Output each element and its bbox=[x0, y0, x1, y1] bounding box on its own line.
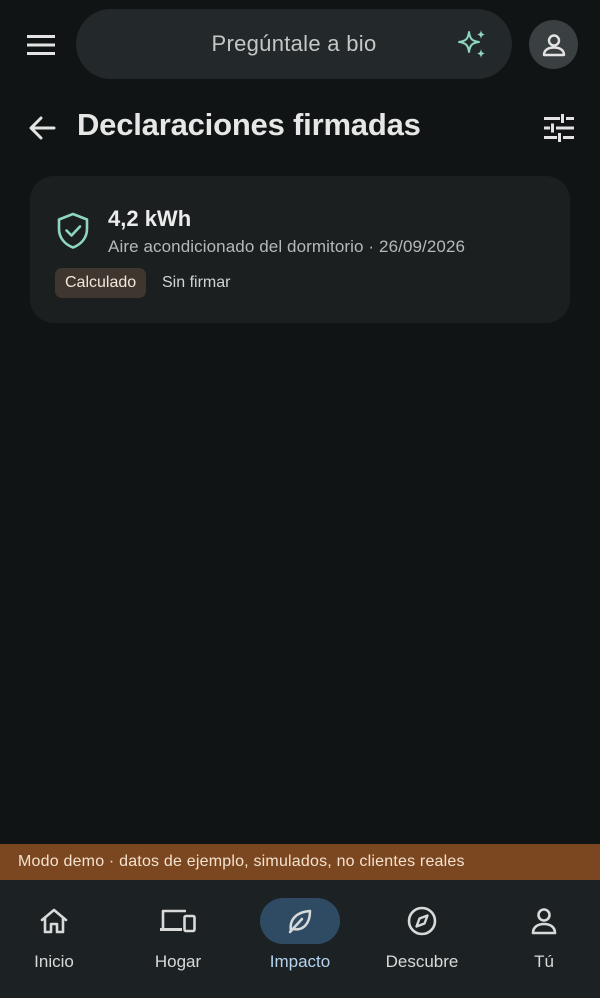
nav-icon-container bbox=[382, 898, 462, 944]
declaration-card[interactable]: 4,2 kWh Aire acondicionado del dormitori… bbox=[30, 176, 570, 323]
person-icon bbox=[542, 33, 565, 56]
app-root: Pregúntale a bio Declaraciones firmadas bbox=[0, 0, 600, 998]
leaf-icon bbox=[288, 909, 312, 934]
signature-status: Sin firmar bbox=[162, 274, 231, 291]
nav-label: Impacto bbox=[269, 952, 331, 971]
account-avatar-button[interactable] bbox=[529, 20, 578, 69]
nav-icon-container bbox=[504, 898, 584, 944]
top-bar: Pregúntale a bio bbox=[0, 0, 600, 88]
nav-label: Tú bbox=[534, 952, 554, 971]
nav-item-inicio[interactable]: Inicio bbox=[0, 880, 114, 998]
nav-item-tu[interactable]: Tú bbox=[484, 880, 600, 998]
bottom-navigation: Inicio Hogar Impacto Descubre Tú bbox=[0, 880, 600, 998]
page-header: Declaraciones firmadas bbox=[0, 100, 600, 156]
compass-icon bbox=[407, 906, 437, 936]
nav-label: Inicio bbox=[34, 952, 74, 971]
search-bar[interactable]: Pregúntale a bio bbox=[76, 9, 512, 79]
home-icon bbox=[40, 908, 68, 934]
nav-icon-container bbox=[14, 898, 94, 944]
nav-icon-container bbox=[260, 898, 340, 944]
nav-label: Descubre bbox=[385, 952, 459, 971]
status-badge: Calculado bbox=[55, 268, 147, 298]
nav-item-descubre[interactable]: Descubre bbox=[362, 880, 482, 998]
back-button[interactable] bbox=[24, 110, 60, 146]
nav-item-impacto[interactable]: Impacto bbox=[240, 880, 360, 998]
sparkle-icon bbox=[458, 30, 485, 58]
demo-mode-banner: Modo demo · datos de ejemplo, simulados,… bbox=[0, 844, 600, 880]
filter-button[interactable] bbox=[540, 110, 578, 146]
menu-button[interactable] bbox=[22, 26, 60, 64]
arrow-back-icon bbox=[29, 116, 56, 140]
declaration-value: 4,2 kWh bbox=[108, 206, 192, 231]
menu-icon bbox=[27, 35, 55, 55]
shield-check-icon bbox=[57, 212, 89, 249]
nav-icon-container bbox=[138, 898, 218, 944]
person-icon bbox=[531, 908, 557, 935]
tune-icon bbox=[544, 114, 574, 142]
page-title: Declaraciones firmadas bbox=[77, 107, 421, 142]
search-placeholder: Pregúntale a bio bbox=[211, 31, 377, 56]
nav-label: Hogar bbox=[154, 952, 202, 971]
devices-icon bbox=[160, 909, 196, 933]
nav-item-hogar[interactable]: Hogar bbox=[118, 880, 238, 998]
declaration-subtitle: Aire acondicionado del dormitorio · 26/0… bbox=[108, 237, 466, 256]
